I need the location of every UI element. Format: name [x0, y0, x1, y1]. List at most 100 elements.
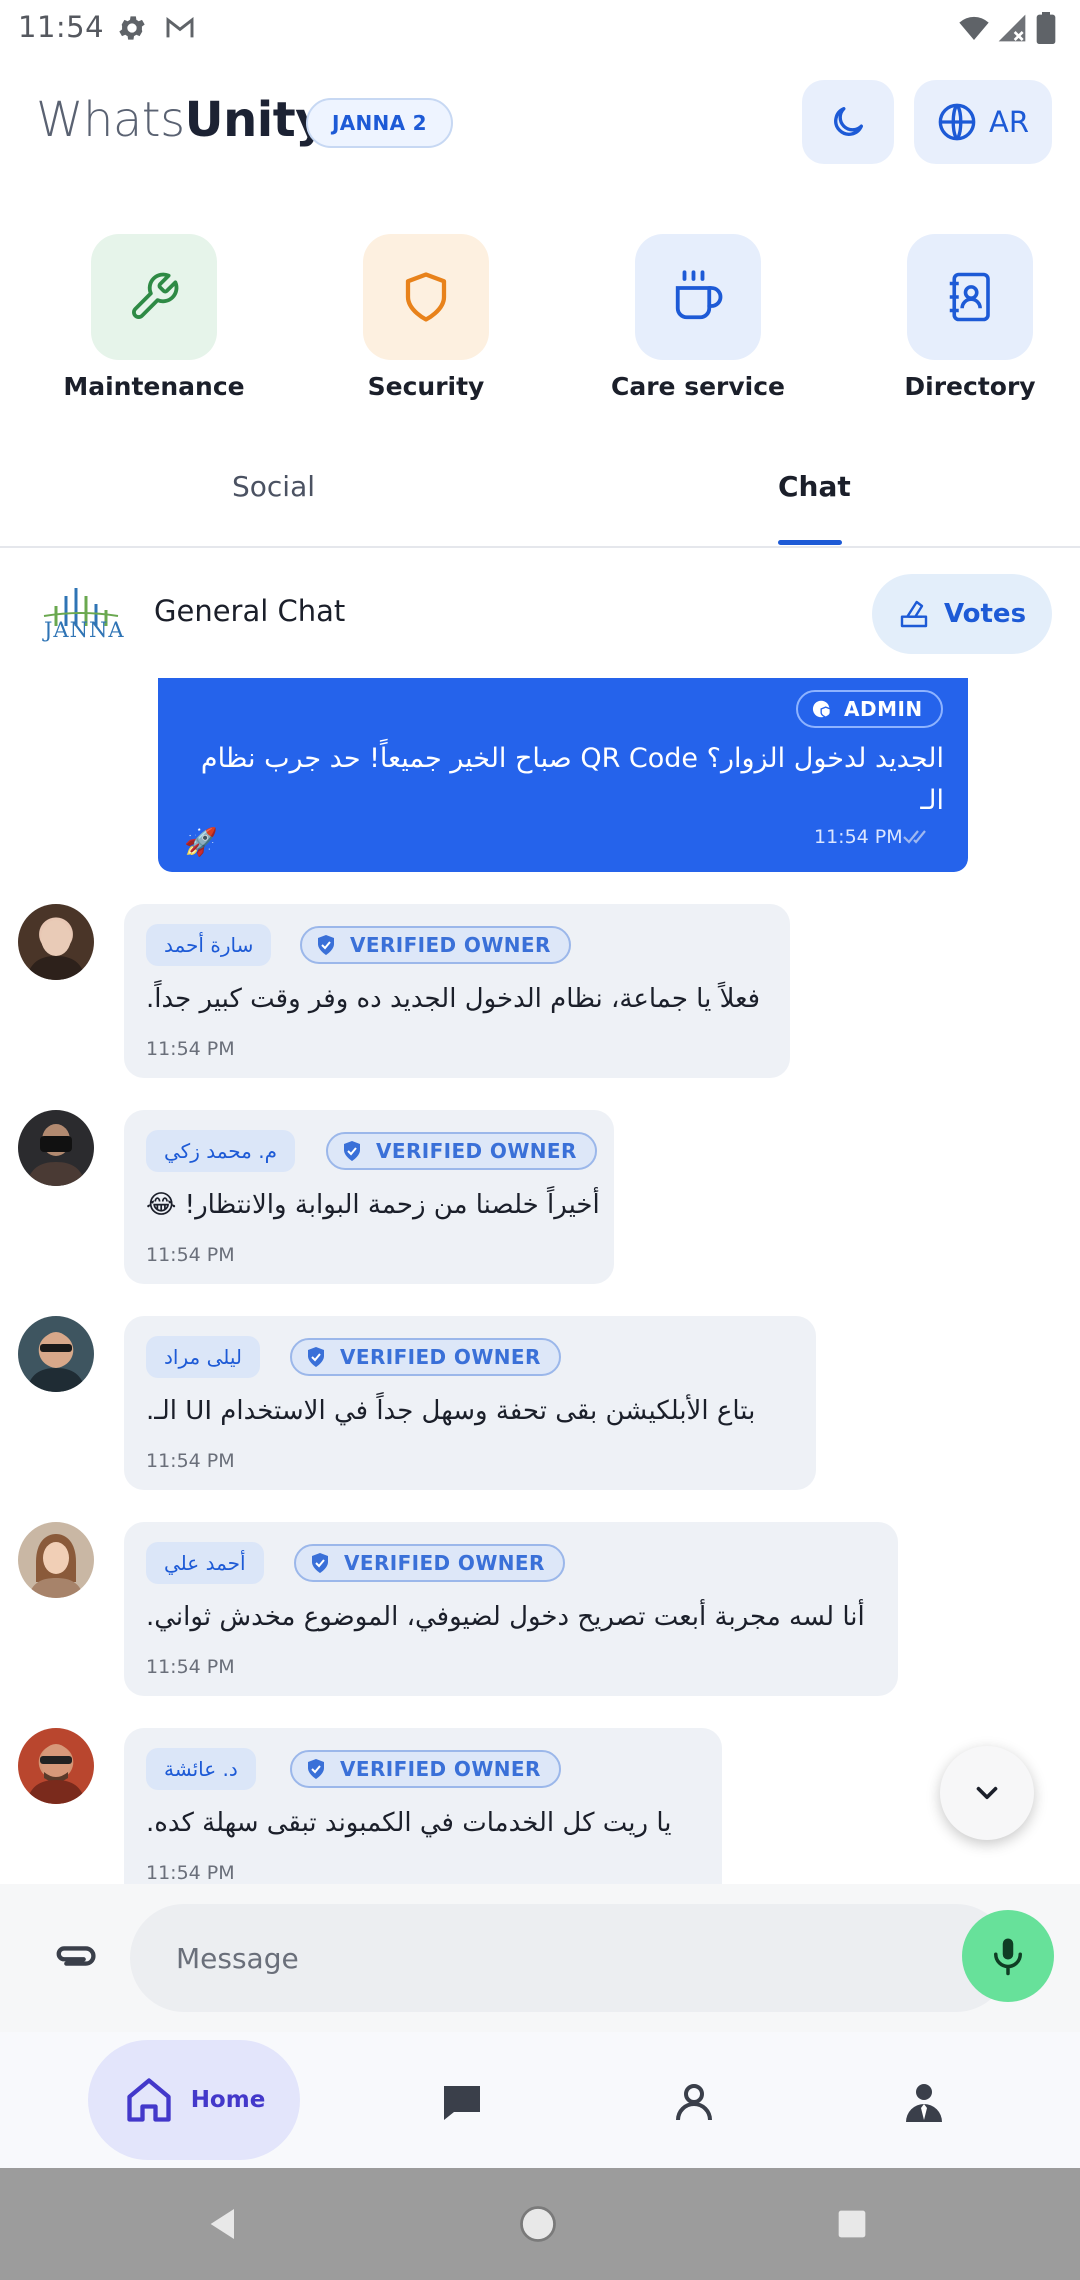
attach-button[interactable]: [44, 1924, 106, 1988]
message-time: 11:54 PM: [146, 1862, 235, 1884]
verified-owner-label: VERIFIED OWNER: [376, 1139, 577, 1163]
logo-text-part2: Unity: [184, 92, 327, 148]
status-bar: 11:54: [0, 0, 1080, 56]
back-triangle-icon[interactable]: [204, 2204, 244, 2244]
microphone-icon: [994, 1938, 1022, 1976]
avatar-person-icon: [28, 1534, 84, 1598]
verified-owner-badge: VERIFIED OWNER: [290, 1338, 561, 1376]
verified-owner-badge: VERIFIED OWNER: [294, 1544, 565, 1582]
verified-shield-icon: [344, 1141, 360, 1161]
avatar-person-icon: [26, 1332, 86, 1392]
admin-shield-icon: [812, 700, 832, 718]
language-button[interactable]: AR: [914, 80, 1052, 164]
settings-gear-icon: [119, 16, 145, 40]
sender-name-tag[interactable]: د. عائشة: [146, 1748, 256, 1790]
message-bubble: د. عائشة VERIFIED OWNER يا ريت كل الخدما…: [124, 1728, 722, 1884]
admin-badge-label: ADMIN: [844, 697, 923, 721]
sender-name-tag[interactable]: م. محمد زكي: [146, 1130, 295, 1172]
directory-label: Directory: [904, 372, 1036, 401]
avatar[interactable]: [18, 1316, 94, 1392]
logo-text-part1: Whats: [36, 92, 185, 148]
double-check-icon: [903, 830, 926, 844]
sender-name-tag[interactable]: أحمد علي: [146, 1542, 264, 1584]
nav-profile[interactable]: [662, 2070, 726, 2134]
maintenance-label: Maintenance: [63, 372, 245, 401]
verified-owner-label: VERIFIED OWNER: [344, 1551, 545, 1575]
globe-icon: [938, 103, 976, 141]
tab-chat[interactable]: Chat: [778, 470, 851, 503]
message-text: أنا لسه مجربة أبعت تصريح دخول لضيوفي، ال…: [146, 1602, 865, 1632]
message-time: 11:54 PM: [146, 1038, 235, 1060]
paperclip-icon: [56, 1946, 96, 1966]
avatar[interactable]: [18, 1728, 94, 1804]
tab-social[interactable]: Social: [232, 470, 315, 503]
security-button[interactable]: [363, 234, 489, 360]
votes-button[interactable]: Votes: [872, 574, 1052, 654]
app-logo: WhatsUnity: [36, 92, 326, 148]
person-tie-icon: [906, 2084, 942, 2122]
message-input[interactable]: [130, 1904, 1010, 2012]
battery-icon: [1036, 12, 1056, 44]
votes-label: Votes: [943, 599, 1027, 629]
sender-name-tag[interactable]: ليلى مراد: [146, 1336, 260, 1378]
chat-bubble-icon: [444, 2086, 480, 2120]
chevron-down-icon: [976, 1786, 998, 1800]
avatar[interactable]: [18, 904, 94, 980]
nav-home-label: Home: [190, 2087, 266, 2113]
ballot-box-icon: [900, 600, 928, 628]
message-bubble: أحمد علي VERIFIED OWNER أنا لسه مجربة أب…: [124, 1522, 898, 1696]
message-bubble: ليلى مراد VERIFIED OWNER بتاع الأبلكيشن …: [124, 1316, 816, 1490]
avatar[interactable]: [18, 1110, 94, 1186]
chat-title: General Chat: [154, 594, 346, 628]
home-circle-icon[interactable]: [516, 2202, 560, 2246]
nav-chat[interactable]: [430, 2070, 494, 2134]
gmail-icon: [166, 17, 194, 38]
verified-owner-label: VERIFIED OWNER: [340, 1757, 541, 1781]
verified-owner-label: VERIFIED OWNER: [340, 1345, 541, 1369]
microphone-button[interactable]: [962, 1910, 1054, 2002]
message-text: فعلاً يا جماعة، نظام الدخول الجديد ده وف…: [146, 984, 761, 1014]
janna-logo-text: JANNA: [44, 618, 125, 642]
scroll-to-bottom-button[interactable]: [940, 1746, 1034, 1840]
verified-owner-label: VERIFIED OWNER: [350, 933, 551, 957]
nav-home[interactable]: Home: [88, 2040, 300, 2160]
admin-message-time: 11:54 PM: [814, 826, 903, 848]
avatar-person-icon: [26, 1744, 86, 1804]
contacts-book-icon: [949, 272, 990, 322]
wrench-icon: [132, 272, 179, 319]
status-time: 11:54: [18, 10, 105, 44]
avatar[interactable]: [18, 1522, 94, 1598]
shield-icon: [405, 272, 447, 322]
nav-admin[interactable]: [892, 2070, 956, 2134]
message-text: أخيراً خلصنا من زحمة البوابة والانتظار! …: [146, 1190, 600, 1220]
tab-divider: [0, 546, 1080, 548]
message-time: 11:54 PM: [146, 1656, 235, 1678]
message-time: 11:54 PM: [146, 1450, 235, 1472]
recents-square-icon[interactable]: [832, 2204, 872, 2244]
person-icon: [676, 2084, 712, 2121]
care-service-button[interactable]: [635, 234, 761, 360]
sender-name-tag[interactable]: سارة أحمد: [146, 924, 272, 966]
directory-button[interactable]: [907, 234, 1033, 360]
avatar-person-icon: [26, 1124, 86, 1186]
verified-shield-icon: [312, 1553, 328, 1573]
verified-owner-badge: VERIFIED OWNER: [290, 1750, 561, 1788]
admin-badge: ADMIN: [796, 690, 943, 728]
admin-message-bubble: ADMIN الجديد لدخول الزوار؟ QR Code صباح …: [158, 678, 968, 872]
security-label: Security: [367, 372, 485, 401]
message-time: 11:54 PM: [146, 1244, 235, 1266]
verified-shield-icon: [308, 1759, 324, 1779]
message-bubble: سارة أحمد VERIFIED OWNER فعلاً يا جماعة،…: [124, 904, 790, 1078]
verified-shield-icon: [318, 935, 334, 955]
tab-active-indicator: [778, 540, 842, 545]
dark-mode-button[interactable]: [802, 80, 894, 164]
language-label: AR: [989, 105, 1029, 139]
verified-shield-icon: [308, 1347, 324, 1367]
maintenance-button[interactable]: [91, 234, 217, 360]
care-service-label: Care service: [610, 372, 785, 401]
janna-logo: JANNA: [36, 580, 126, 650]
system-navigation-bar: [0, 2168, 1080, 2280]
message-text: بتاع الأبلكيشن بقى تحفة وسهل جداً في الا…: [146, 1396, 756, 1426]
verified-owner-badge: VERIFIED OWNER: [300, 926, 571, 964]
message-text: يا ريت كل الخدمات في الكمبوند تبقى سهلة …: [146, 1808, 672, 1838]
